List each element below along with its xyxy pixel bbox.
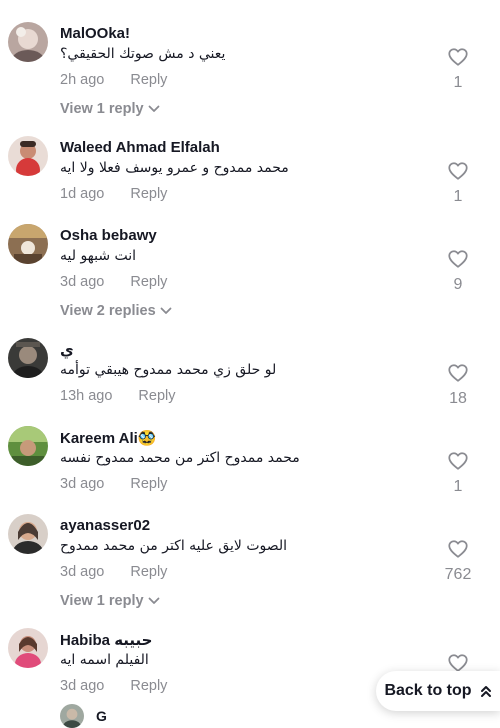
comment-username[interactable]: ي — [60, 341, 74, 359]
avatar[interactable] — [8, 22, 48, 62]
comment-time: 3d ago — [60, 476, 105, 492]
comment-username[interactable]: MalOOka! — [60, 25, 130, 42]
reply-button[interactable]: Reply — [138, 388, 175, 404]
like-area: 1 — [438, 160, 478, 206]
comment-time: 3d ago — [60, 564, 105, 580]
like-area: 18 — [438, 362, 478, 408]
comment-text: محمد ممدوح اكتر من محمد ممدوح نفسه — [60, 450, 300, 466]
view-replies-label: View 1 reply — [60, 101, 144, 117]
reply-button[interactable]: Reply — [130, 274, 167, 290]
like-count: 762 — [444, 566, 472, 583]
reply-button[interactable]: Reply — [130, 564, 167, 580]
reply-button[interactable]: Reply — [130, 72, 167, 88]
comment-meta: 3d ago Reply — [60, 476, 167, 492]
avatar[interactable] — [60, 704, 84, 728]
like-area: 1 — [438, 450, 478, 496]
comment-meta: 3d ago Reply — [60, 678, 167, 694]
comment-time: 13h ago — [60, 388, 113, 404]
comment-time: 1d ago — [60, 186, 105, 202]
comment-text: يعني د مش صوتك الحقيقي؟ — [60, 46, 226, 62]
reply-button[interactable]: Reply — [130, 678, 167, 694]
avatar[interactable] — [8, 514, 48, 554]
chevron-down-icon — [160, 307, 172, 315]
avatar[interactable] — [8, 628, 48, 668]
heart-outline-icon[interactable] — [447, 362, 469, 384]
heart-outline-icon[interactable] — [447, 248, 469, 270]
like-count: 1 — [453, 478, 463, 495]
reply-username[interactable]: G — [96, 708, 107, 724]
comment-time: 3d ago — [60, 678, 105, 694]
comment-meta: 13h ago Reply — [60, 388, 176, 404]
like-count: 18 — [449, 390, 467, 407]
avatar[interactable] — [8, 224, 48, 264]
comment-meta: 2h ago Reply — [60, 72, 167, 88]
like-area: 762 — [438, 538, 478, 584]
view-replies-label: View 2 replies — [60, 303, 156, 319]
view-replies-button[interactable]: View 2 replies — [60, 303, 172, 319]
like-area: 1 — [438, 46, 478, 92]
comment-text: الصوت لايق عليه اكتر من محمد ممدوح — [60, 538, 288, 554]
comment-text: لو حلق زي محمد ممدوح هيبقي توأمه — [60, 362, 277, 378]
like-count: 1 — [453, 74, 463, 91]
avatar[interactable] — [8, 136, 48, 176]
heart-outline-icon[interactable] — [447, 46, 469, 68]
like-count: 9 — [453, 276, 463, 293]
comment-username[interactable]: Habiba حبيبه — [60, 631, 152, 649]
view-replies-label: View 1 reply — [60, 593, 144, 609]
view-replies-button[interactable]: View 1 reply — [60, 101, 160, 117]
chevron-down-icon — [148, 597, 159, 605]
back-to-top-button[interactable]: Back to top — [376, 671, 500, 711]
comment-username[interactable]: Waleed Ahmad Elfalah — [60, 139, 220, 156]
comment-text: الفيلم اسمه ايه — [60, 652, 149, 668]
comment-meta: 3d ago Reply — [60, 274, 167, 290]
heart-outline-icon[interactable] — [447, 450, 469, 472]
comment-text: محمد ممدوح و عمرو يوسف فعلا ولا ايه — [60, 160, 289, 176]
avatar[interactable] — [8, 426, 48, 466]
comment-username[interactable]: Osha bebawy — [60, 227, 157, 244]
avatar[interactable] — [8, 338, 48, 378]
comment-meta: 1d ago Reply — [60, 186, 167, 202]
comment-username[interactable]: Kareem Ali🥸 — [60, 429, 157, 447]
reply-button[interactable]: Reply — [130, 186, 167, 202]
reply-button[interactable]: Reply — [130, 476, 167, 492]
comment-time: 2h ago — [60, 72, 105, 88]
heart-outline-icon[interactable] — [447, 538, 469, 560]
comment-text: انت شبهو ليه — [60, 248, 137, 264]
comment-time: 3d ago — [60, 274, 105, 290]
back-to-top-label: Back to top — [384, 682, 472, 699]
like-area: 9 — [438, 248, 478, 294]
heart-outline-icon[interactable] — [447, 160, 469, 182]
chevron-down-icon — [148, 105, 159, 113]
view-replies-button[interactable]: View 1 reply — [60, 593, 160, 609]
comment-username[interactable]: ayanasser02 — [60, 517, 150, 534]
like-count: 1 — [453, 188, 463, 205]
comment-meta: 3d ago Reply — [60, 564, 167, 580]
double-chevron-up-icon — [480, 686, 491, 697]
